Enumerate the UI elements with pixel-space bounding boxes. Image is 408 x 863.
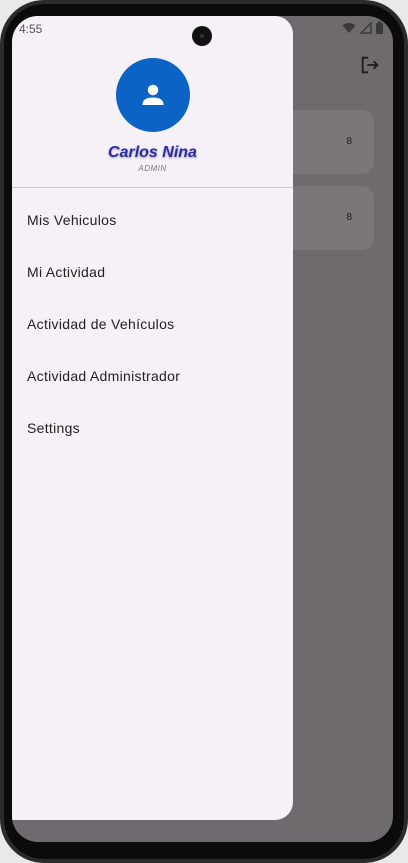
- battery-icon: [376, 21, 383, 34]
- screen: 4:55 8 8 Carlos Nina ADMIN Mis Vehiculos…: [12, 16, 393, 842]
- logout-icon[interactable]: [359, 54, 381, 76]
- status-time: 4:55: [19, 22, 43, 36]
- navigation-drawer: Carlos Nina ADMIN Mis Vehiculos Mi Activ…: [12, 16, 293, 820]
- signal-icon: [360, 21, 372, 34]
- user-role: ADMIN: [138, 164, 167, 173]
- menu-item-mi-actividad[interactable]: Mi Actividad: [12, 246, 293, 298]
- camera-cutout: [192, 26, 212, 46]
- drawer-divider: [12, 187, 293, 188]
- user-name: Carlos Nina: [108, 144, 197, 161]
- background-card-count: 8: [346, 212, 352, 223]
- drawer-menu: Mis Vehiculos Mi Actividad Actividad de …: [12, 194, 293, 454]
- person-icon: [142, 84, 164, 105]
- avatar[interactable]: [116, 58, 190, 132]
- phone-frame: 4:55 8 8 Carlos Nina ADMIN Mis Vehiculos…: [0, 0, 408, 863]
- background-card-count: 8: [346, 136, 352, 147]
- status-icons: [342, 21, 383, 34]
- menu-item-settings[interactable]: Settings: [12, 402, 293, 454]
- menu-item-actividad-vehiculos[interactable]: Actividad de Vehículos: [12, 298, 293, 350]
- wifi-icon: [342, 22, 356, 33]
- menu-item-mis-vehiculos[interactable]: Mis Vehiculos: [12, 194, 293, 246]
- menu-item-actividad-administrador[interactable]: Actividad Administrador: [12, 350, 293, 402]
